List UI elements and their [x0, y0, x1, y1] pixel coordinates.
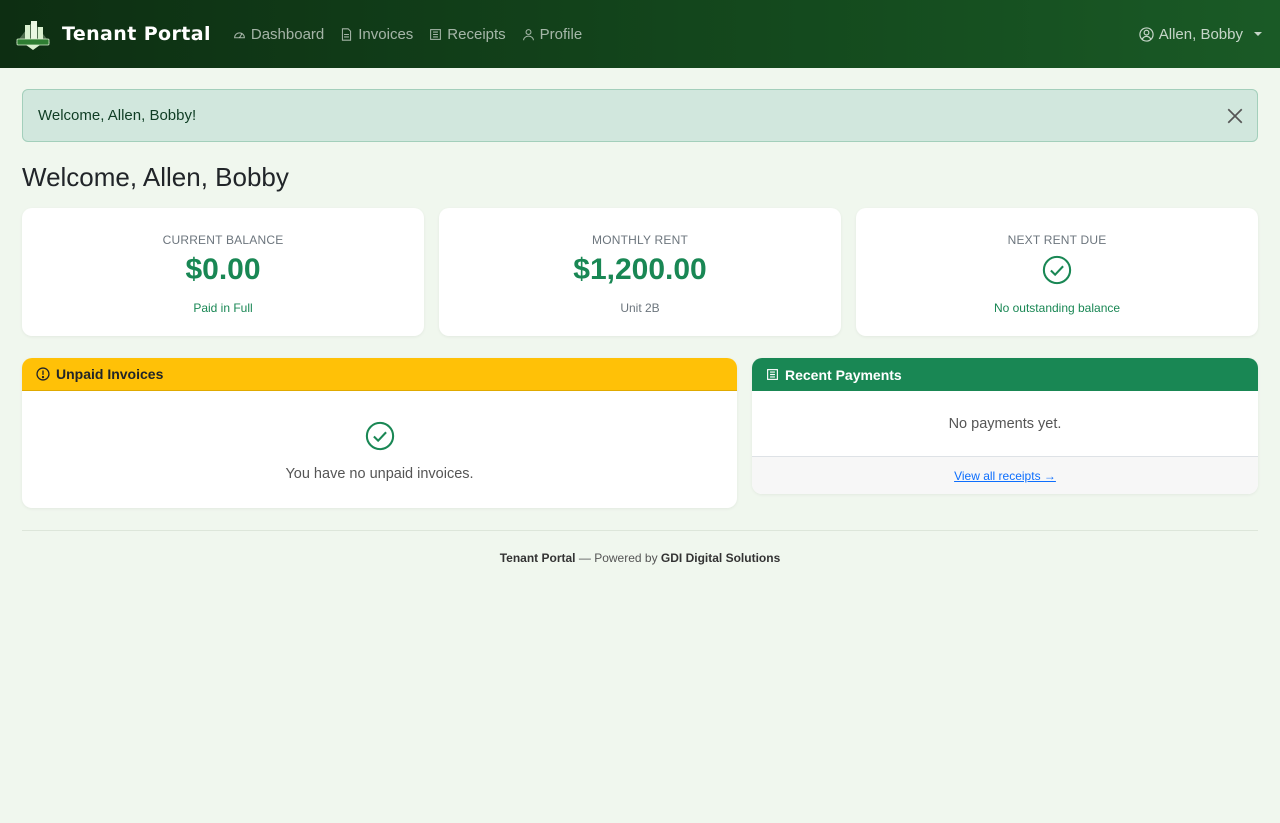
- footer-text: — Powered by: [575, 551, 661, 565]
- user-name: Allen, Bobby: [1158, 25, 1243, 43]
- stat-sub: Unit 2B: [620, 301, 660, 315]
- user-circle-icon: [1139, 26, 1154, 42]
- main-nav: Dashboard Invoices Receipts Profile: [233, 26, 582, 43]
- stat-label: CURRENT BALANCE: [162, 233, 284, 247]
- brand-title: Tenant Portal: [62, 23, 211, 45]
- building-logo-icon: [14, 17, 52, 51]
- next-rent-due-card: NEXT RENT DUE No outstanding balance: [856, 208, 1258, 336]
- recent-payments-message: No payments yet.: [752, 391, 1258, 457]
- recent-payments-header: Recent Payments: [752, 358, 1258, 391]
- recent-payments-card: Recent Payments No payments yet. View al…: [752, 358, 1258, 494]
- nav-dashboard-label: Dashboard: [250, 25, 325, 43]
- receipt-icon: [767, 369, 778, 380]
- top-navbar: Tenant Portal Dashboard Invoices Receipt…: [0, 0, 1280, 68]
- caret-down-icon: [1254, 32, 1262, 36]
- stats-row: CURRENT BALANCE $0.00 Paid in Full MONTH…: [22, 208, 1258, 336]
- user-menu[interactable]: Allen, Bobby: [1139, 26, 1266, 43]
- stat-sub: No outstanding balance: [993, 301, 1121, 315]
- page-title: Welcome, Allen, Bobby: [22, 162, 289, 192]
- unpaid-invoices-title: Unpaid Invoices: [56, 366, 164, 382]
- panels-row: Unpaid Invoices You have no unpaid invoi…: [22, 358, 1258, 508]
- stat-value: $1,200.00: [573, 253, 707, 286]
- stat-label: MONTHLY RENT: [592, 233, 688, 247]
- stat-sub: Paid in Full: [193, 301, 253, 315]
- receipt-icon: [430, 28, 442, 40]
- nav-invoices[interactable]: Invoices: [340, 26, 413, 43]
- view-all-receipts-link[interactable]: View all receipts →: [954, 469, 1056, 483]
- unpaid-invoices-header: Unpaid Invoices: [22, 358, 737, 391]
- unpaid-invoices-message: You have no unpaid invoices.: [285, 466, 474, 482]
- close-icon[interactable]: [1226, 107, 1244, 125]
- check-circle-icon: [1042, 255, 1072, 285]
- recent-payments-title: Recent Payments: [785, 366, 902, 383]
- footer-brand: Tenant Portal: [499, 551, 576, 565]
- person-icon: [522, 28, 534, 40]
- nav-profile[interactable]: Profile: [522, 25, 583, 43]
- document-icon: [342, 27, 352, 41]
- nav-invoices-label: Invoices: [358, 25, 414, 43]
- nav-receipts[interactable]: Receipts: [429, 25, 506, 43]
- check-circle-icon: [365, 421, 394, 451]
- unpaid-invoices-card: Unpaid Invoices You have no unpaid invoi…: [22, 358, 737, 508]
- stat-label: NEXT RENT DUE: [1007, 233, 1107, 247]
- main-content: Welcome, Allen, Bobby! Welcome, Allen, B…: [0, 89, 1280, 565]
- alert-message: Welcome, Allen, Bobby!: [38, 107, 197, 124]
- nav-dashboard[interactable]: Dashboard: [233, 26, 324, 43]
- footer-company: GDI Digital Solutions: [660, 551, 781, 565]
- brand[interactable]: Tenant Portal: [14, 17, 211, 51]
- current-balance-card: CURRENT BALANCE $0.00 Paid in Full: [22, 208, 424, 336]
- exclamation-circle-icon: [36, 367, 50, 381]
- welcome-alert: Welcome, Allen, Bobby!: [22, 89, 1258, 142]
- monthly-rent-card: MONTHLY RENT $1,200.00 Unit 2B: [439, 208, 841, 336]
- nav-receipts-label: Receipts: [447, 25, 506, 43]
- stat-value: $0.00: [185, 253, 261, 286]
- speedometer-icon: [233, 31, 245, 38]
- footer: Tenant Portal — Powered by GDI Digital S…: [22, 530, 1258, 565]
- nav-profile-label: Profile: [539, 25, 583, 43]
